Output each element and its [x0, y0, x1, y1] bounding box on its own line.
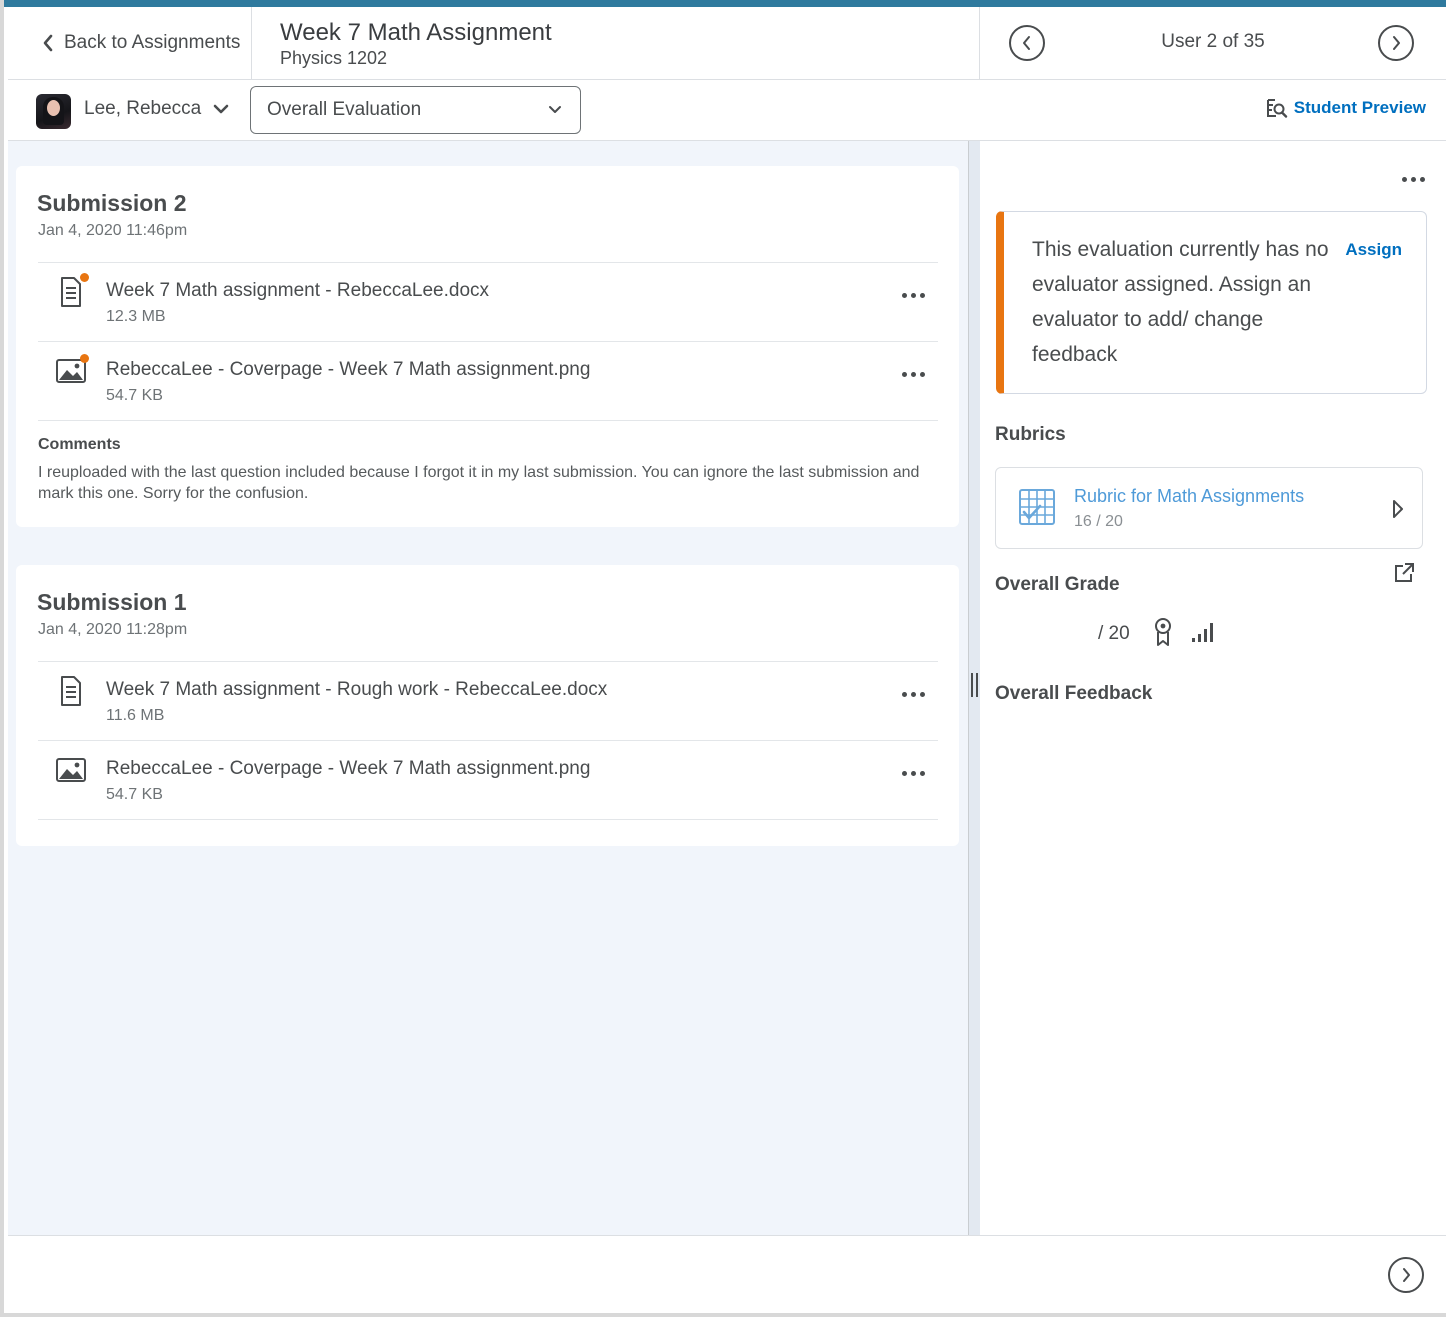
chevron-down-icon [549, 106, 561, 113]
submission-date: Jan 4, 2020 11:28pm [38, 621, 188, 638]
submission-date: Jan 4, 2020 11:46pm [38, 222, 188, 239]
footer [8, 1235, 1446, 1313]
unread-indicator [80, 273, 89, 282]
more-options-button[interactable] [898, 761, 928, 785]
comments-text: I reuploaded with the last question incl… [38, 464, 920, 502]
next-user-button[interactable] [1378, 25, 1414, 61]
submission-card: Submission 1 Jan 4, 2020 11:28pm Week 7 … [16, 565, 959, 846]
more-options-button[interactable] [898, 682, 928, 706]
top-accent-bar [4, 0, 1446, 7]
user-navigation: User 2 of 35 [979, 7, 1446, 79]
more-options-button[interactable] [898, 362, 928, 386]
file-name-link[interactable]: RebeccaLee - Coverpage - Week 7 Math ass… [106, 758, 590, 780]
comments-label: Comments [38, 436, 121, 453]
subheader: Lee, Rebecca Overall Evaluation Student … [8, 80, 1446, 141]
divider [38, 819, 938, 820]
stats-icon[interactable] [1191, 621, 1215, 643]
submission-title: Submission 1 [37, 589, 187, 615]
evaluation-view-select[interactable]: Overall Evaluation [250, 86, 581, 134]
evaluator-alert: This evaluation currently has no evaluat… [996, 211, 1427, 394]
unread-indicator [80, 354, 89, 363]
award-icon[interactable] [1153, 617, 1173, 647]
chevron-right-icon [1393, 500, 1403, 518]
chevron-right-icon [1403, 1268, 1410, 1282]
grade-input[interactable] [995, 617, 1093, 651]
user-position: User 2 of 35 [1161, 31, 1265, 52]
student-preview-button[interactable]: Student Preview [1266, 98, 1426, 118]
alert-message: This evaluation currently has no evaluat… [1032, 238, 1329, 366]
document-icon [61, 676, 81, 706]
image-icon [56, 758, 86, 782]
course-name: Physics 1202 [280, 48, 388, 68]
assignment-title-block: Week 7 Math Assignment Physics 1202 [280, 19, 552, 69]
chevron-down-icon [213, 104, 229, 114]
divider [38, 420, 938, 421]
file-size: 12.3 MB [106, 308, 166, 325]
rubric-icon [1019, 489, 1055, 525]
back-to-assignments-link[interactable]: Back to Assignments [8, 7, 252, 79]
preview-icon [1266, 99, 1287, 118]
assignment-title: Week 7 Math Assignment [280, 19, 552, 46]
header: Back to Assignments Week 7 Math Assignme… [8, 7, 1446, 80]
file-row: RebeccaLee - Coverpage - Week 7 Math ass… [38, 740, 938, 819]
submission-title: Submission 2 [37, 190, 187, 216]
file-row: Week 7 Math assignment - RebeccaLee.docx… [38, 262, 938, 341]
file-row: RebeccaLee - Coverpage - Week 7 Math ass… [38, 341, 938, 420]
student-selector[interactable]: Lee, Rebecca [84, 98, 229, 120]
popout-icon[interactable] [1392, 561, 1416, 585]
chevron-right-icon [1393, 36, 1400, 50]
evaluation-view-value: Overall Evaluation [267, 99, 422, 120]
rubric-name: Rubric for Math Assignments [1074, 486, 1305, 506]
file-size: 54.7 KB [106, 387, 163, 404]
file-name-link[interactable]: RebeccaLee - Coverpage - Week 7 Math ass… [106, 359, 590, 381]
file-name-link[interactable]: Week 7 Math assignment - RebeccaLee.docx [106, 280, 489, 302]
grade-row: / 20 [995, 617, 1295, 653]
file-name-link[interactable]: Week 7 Math assignment - Rough work - Re… [106, 679, 607, 701]
next-button[interactable] [1388, 1257, 1424, 1293]
more-options-button[interactable] [898, 283, 928, 307]
student-name: Lee, Rebecca [84, 98, 202, 119]
overall-grade-heading: Overall Grade [995, 574, 1120, 595]
assign-button[interactable]: Assign [1345, 240, 1402, 260]
rubrics-heading: Rubrics [995, 424, 1066, 445]
rubric-card[interactable]: Rubric for Math Assignments 16 / 20 [995, 467, 1423, 549]
file-row: Week 7 Math assignment - Rough work - Re… [38, 661, 938, 740]
more-options-button[interactable] [1398, 169, 1428, 189]
app-frame: Back to Assignments Week 7 Math Assignme… [0, 0, 1446, 1317]
student-preview-label: Student Preview [1293, 98, 1426, 117]
file-size: 11.6 MB [106, 707, 165, 724]
submissions-pane: Submission 2 Jan 4, 2020 11:46pm Week 7 … [8, 141, 968, 1235]
submission-card: Submission 2 Jan 4, 2020 11:46pm Week 7 … [16, 166, 959, 527]
evaluation-pane: This evaluation currently has no evaluat… [980, 141, 1446, 1235]
file-size: 54.7 KB [106, 786, 163, 803]
chevron-left-icon [43, 34, 53, 52]
back-label: Back to Assignments [64, 32, 241, 53]
grade-out-of: / 20 [1098, 623, 1130, 644]
resize-handle[interactable] [968, 673, 980, 697]
student-avatar [36, 94, 71, 129]
rubric-score: 16 / 20 [1074, 513, 1123, 530]
overall-feedback-heading: Overall Feedback [995, 683, 1153, 704]
